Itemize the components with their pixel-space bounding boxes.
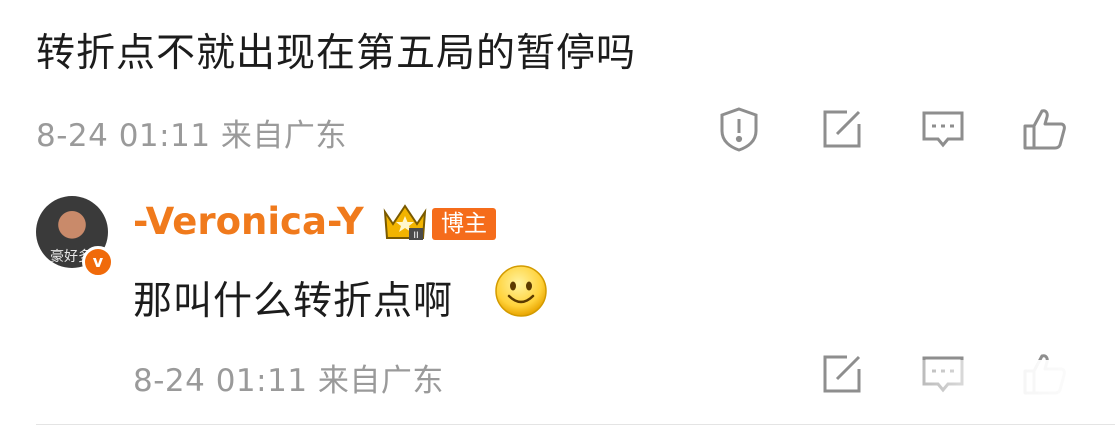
share-icon[interactable] bbox=[815, 347, 869, 401]
username[interactable]: -Veronica-Y bbox=[133, 200, 364, 243]
smile-emoji-icon bbox=[494, 264, 548, 318]
comment-text: 转折点不就出现在第五局的暂停吗 bbox=[36, 31, 637, 76]
blogger-badge: 博主 bbox=[432, 208, 496, 240]
like-icon[interactable] bbox=[1018, 102, 1072, 156]
report-icon[interactable] bbox=[712, 102, 766, 156]
share-icon[interactable] bbox=[815, 102, 869, 156]
like-icon[interactable] bbox=[1018, 347, 1072, 401]
verified-badge: v bbox=[82, 246, 114, 278]
comment-icon[interactable] bbox=[916, 102, 970, 156]
comment-icon[interactable] bbox=[916, 347, 970, 401]
bottom-fade-overlay bbox=[860, 360, 1115, 420]
svg-text:II: II bbox=[413, 231, 418, 241]
comment-meta: 8-24 01:11 来自广东 bbox=[36, 118, 347, 154]
crown-icon: II bbox=[381, 200, 429, 242]
reply-meta: 8-24 01:11 来自广东 bbox=[133, 363, 444, 399]
reply-text: 那叫什么转折点啊 bbox=[133, 279, 454, 324]
divider bbox=[36, 424, 1115, 425]
